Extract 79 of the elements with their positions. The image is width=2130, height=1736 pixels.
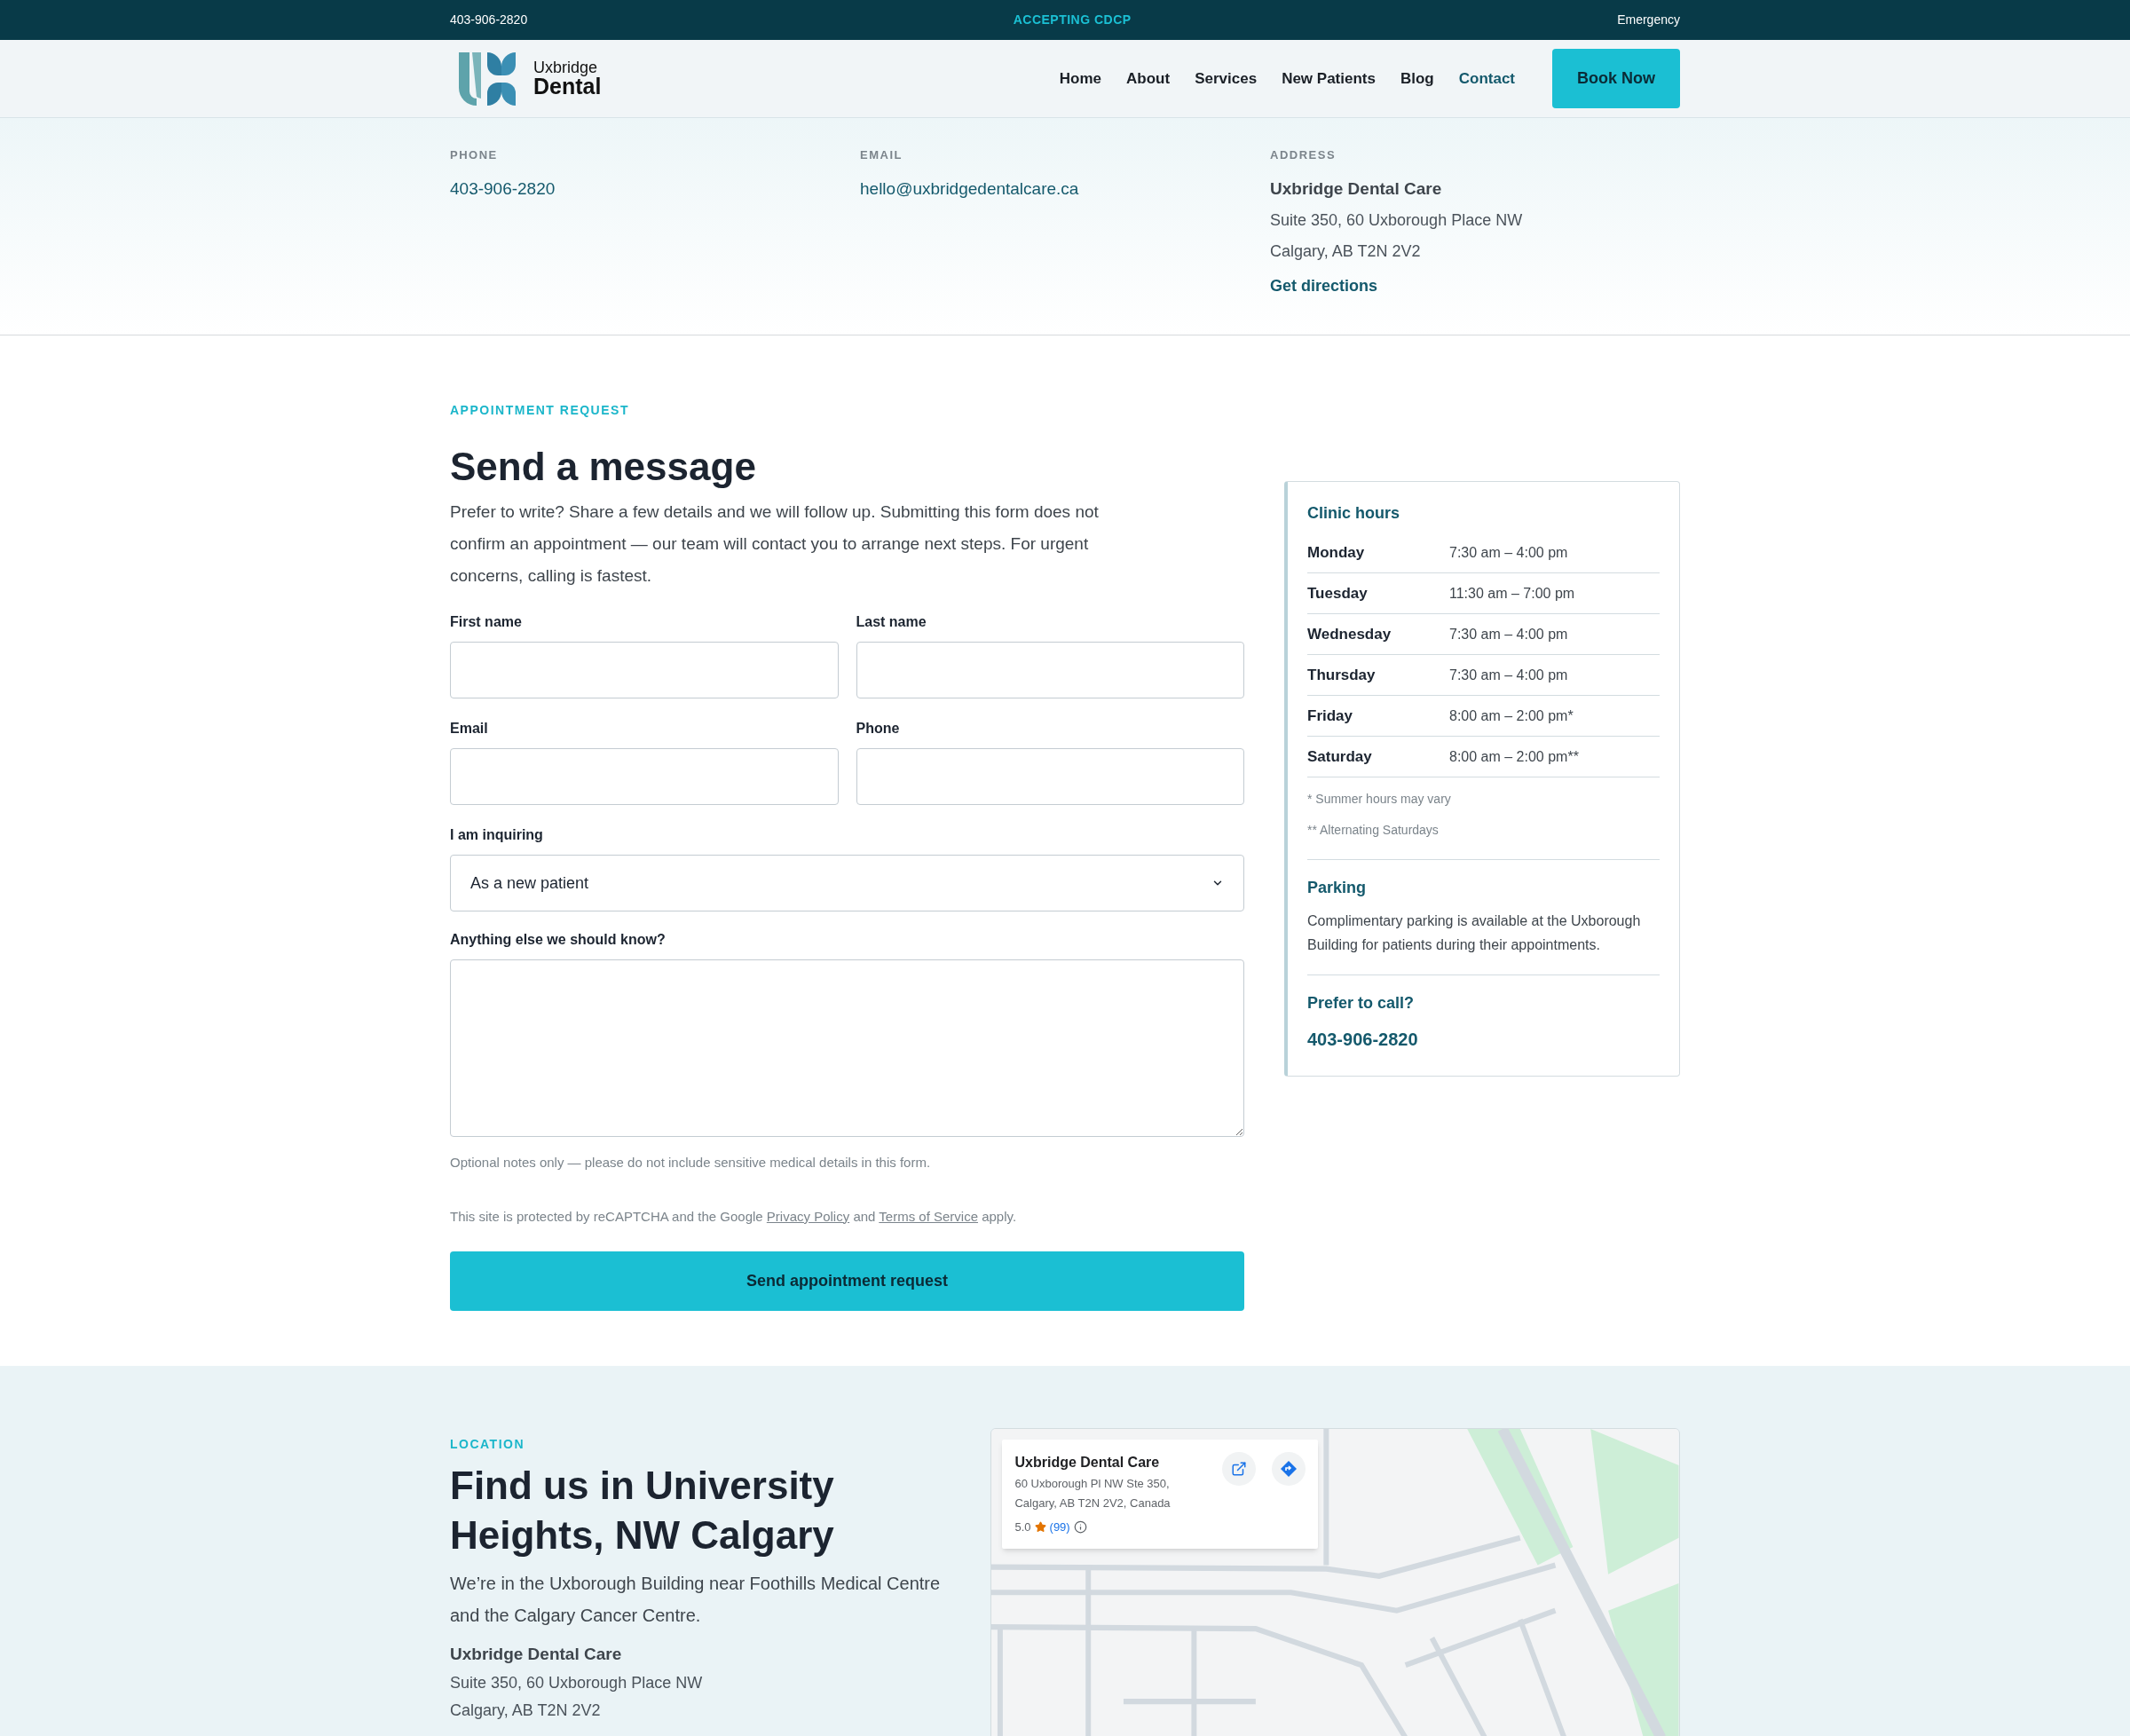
- text-input[interactable]: [856, 642, 1244, 698]
- nav-link[interactable]: Contact: [1458, 67, 1515, 91]
- nav-link[interactable]: New Patients: [1282, 67, 1376, 91]
- policy-link[interactable]: Privacy Policy: [766, 1208, 850, 1224]
- notes-hint: Optional notes only — please do not include sensitive medical details in this form.: [450, 1154, 932, 1172]
- nav-link[interactable]: Services: [1195, 67, 1258, 91]
- inquiry-select[interactable]: As a new patient: [450, 855, 1244, 911]
- address-line: Calgary, AB T2N 2V2: [450, 1700, 602, 1721]
- section-eyebrow: LOCATION: [450, 1436, 526, 1453]
- star-icon: [1034, 1521, 1046, 1534]
- top-bar-phone[interactable]: 403-906-2820: [450, 11, 528, 29]
- text-input[interactable]: [450, 748, 839, 805]
- field-label: Last name: [856, 613, 927, 631]
- recaptcha-notice: This site is protected by reCAPTCHA and the Google Privacy Policy and Terms of Service apply.: [450, 1207, 1018, 1226]
- card-heading: Clinic hours: [1307, 503, 1400, 524]
- text-input[interactable]: [450, 642, 839, 698]
- nav-link[interactable]: Blog: [1400, 67, 1434, 91]
- nav-link[interactable]: Home: [1059, 67, 1102, 91]
- clinic-name: Uxbridge Dental Care: [450, 1644, 623, 1665]
- footnote: ** Alternating Saturdays: [1307, 822, 1440, 839]
- directions-button[interactable]: [1272, 1452, 1306, 1486]
- info-icon[interactable]: [1073, 1520, 1087, 1535]
- reviews-link[interactable]: (99): [1049, 1519, 1070, 1536]
- external-link-icon: [1231, 1461, 1248, 1477]
- place-name: Uxbridge Dental Care: [1014, 1454, 1161, 1472]
- weekday: Wednesday: [1307, 624, 1392, 644]
- field-label: I am inquiring: [450, 826, 544, 844]
- place-address: 60 Uxborough Pl NW Ste 350,: [1014, 1476, 1171, 1492]
- clinic-name: Uxbridge Dental Care: [1270, 178, 1443, 200]
- field-label: First name: [450, 613, 523, 631]
- field-label: Anything else we should know?: [450, 931, 667, 949]
- opening-hours: 7:30 am – 4:00 pm: [1449, 666, 1568, 684]
- cdcp-notice: ACCEPTING CDCP: [1013, 12, 1132, 28]
- open-map-button[interactable]: [1222, 1452, 1257, 1486]
- card-heading: Prefer to call?: [1307, 993, 1416, 1014]
- location-heading: Find us in University Heights, NW Calgary: [450, 1463, 835, 1558]
- location-description: We’re in the Uxborough Building near Foothills Medical Centre and the Calgary Cancer Centre.: [450, 1573, 942, 1627]
- card-heading: Parking: [1307, 878, 1368, 898]
- submit-button[interactable]: Send appointment request: [450, 1251, 1244, 1311]
- nav-link[interactable]: About: [1126, 67, 1171, 91]
- field-label: Email: [450, 720, 489, 738]
- field-label: Phone: [856, 720, 901, 738]
- book-now-button[interactable]: Book Now: [1552, 49, 1680, 108]
- phone-link[interactable]: 403-906-2820: [1307, 1026, 1660, 1053]
- address-line: Suite 350, 60 Uxborough Place NW: [1270, 210, 1524, 231]
- text-input[interactable]: [856, 748, 1244, 805]
- opening-hours: 7:30 am – 4:00 pm: [1449, 625, 1568, 643]
- field-heading: EMAIL: [860, 147, 903, 163]
- directions-link[interactable]: Get directions: [1270, 274, 1680, 298]
- form-intro: Prefer to write? Share a few details and we will follow up. Submitting this form does not confirm an appointment — our team will contact you to arrange next steps. For urgent concerns, calling is fastest.: [450, 501, 1100, 587]
- directions-icon: [1280, 1460, 1298, 1478]
- footnote: * Summer hours may vary: [1307, 791, 1452, 808]
- rating-value: 5.0: [1014, 1519, 1031, 1535]
- section-eyebrow: APPOINTMENT REQUEST: [450, 402, 630, 419]
- weekday: Monday: [1307, 542, 1366, 563]
- opening-hours: 8:00 am – 2:00 pm*: [1449, 706, 1574, 725]
- map-embed[interactable]: Uxbridge Dental Care 60 Uxborough Pl NW Ste 350, Calgary, AB T2N 2V2, Canada 5.0 (99): [990, 1428, 1680, 1736]
- opening-hours: 11:30 am – 7:00 pm: [1449, 584, 1575, 603]
- logo-wordmark-top: Uxbridge: [533, 59, 599, 75]
- logo-wordmark-bottom: Dental: [533, 75, 602, 98]
- field-heading: ADDRESS: [1270, 147, 1337, 163]
- opening-hours: 7:30 am – 4:00 pm: [1449, 543, 1568, 562]
- weekday: Saturday: [1307, 746, 1373, 767]
- place-address: Calgary, AB T2N 2V2, Canada: [1014, 1495, 1171, 1511]
- weekday: Thursday: [1307, 665, 1377, 685]
- phone-link[interactable]: 403-906-2820: [450, 176, 860, 201]
- weekday: Friday: [1307, 706, 1354, 726]
- field-heading: PHONE: [450, 147, 499, 163]
- weekday: Tuesday: [1307, 583, 1369, 604]
- address-line: Suite 350, 60 Uxborough Place NW: [450, 1672, 704, 1693]
- email-link[interactable]: hello@uxbridgedentalcare.ca: [860, 176, 1270, 201]
- opening-hours: 8:00 am – 2:00 pm**: [1449, 747, 1579, 766]
- emergency-link[interactable]: Emergency: [1617, 11, 1680, 29]
- form-heading: Send a message: [450, 444, 757, 490]
- address-line: Calgary, AB T2N 2V2: [1270, 241, 1422, 262]
- logo-icon: [457, 50, 517, 107]
- policy-link[interactable]: Terms of Service: [879, 1208, 978, 1224]
- parking-text: Complimentary parking is available at the Uxborough Building for patients during their appointments.: [1307, 912, 1642, 954]
- notes-textarea[interactable]: [450, 959, 1244, 1137]
